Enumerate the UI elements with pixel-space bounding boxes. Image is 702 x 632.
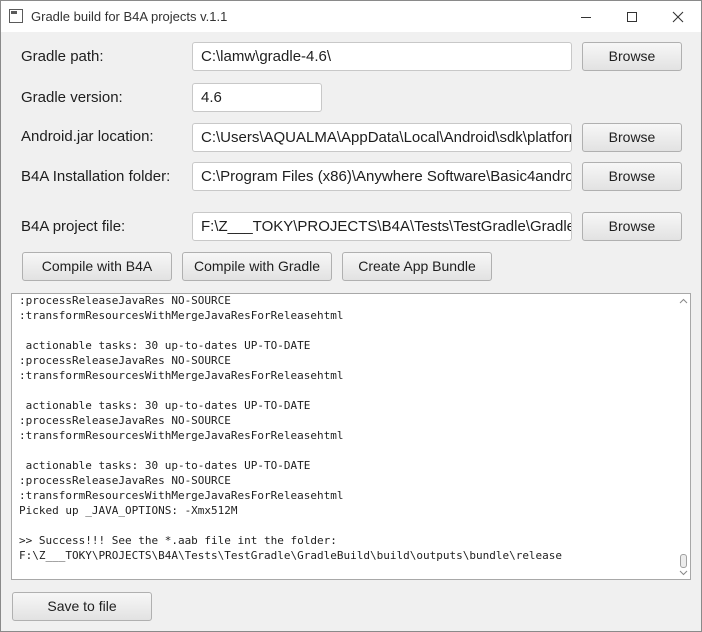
- scroll-down-button[interactable]: [677, 566, 690, 579]
- minimize-button[interactable]: [563, 1, 609, 32]
- save-to-file-button[interactable]: Save to file: [12, 592, 152, 621]
- create-app-bundle-button[interactable]: Create App Bundle: [342, 252, 492, 281]
- log-line: :transformResourcesWithMergeJavaResForRe…: [19, 429, 344, 442]
- log-line: :processReleaseJavaRes NO-SOURCE: [19, 474, 231, 487]
- log-line: :processReleaseJavaRes NO-SOURCE: [19, 294, 231, 307]
- window-title: Gradle build for B4A projects v.1.1: [31, 9, 228, 24]
- maximize-icon: [627, 11, 637, 22]
- app-icon: [9, 9, 23, 23]
- android-jar-input[interactable]: C:\Users\AQUALMA\AppData\Local\Android\s…: [192, 123, 572, 152]
- close-button[interactable]: [655, 1, 701, 32]
- scroll-up-button[interactable]: [677, 294, 690, 307]
- log-output[interactable]: :processReleaseJavaRes NO-SOURCE :transfo…: [11, 293, 691, 580]
- log-line: :transformResourcesWithMergeJavaResForRe…: [19, 309, 344, 322]
- compile-gradle-button[interactable]: Compile with Gradle: [182, 252, 332, 281]
- maximize-button[interactable]: [609, 1, 655, 32]
- b4a-folder-input[interactable]: C:\Program Files (x86)\Anywhere Software…: [192, 162, 572, 191]
- close-icon: [672, 11, 684, 22]
- minimize-icon: [581, 16, 591, 18]
- b4a-project-input[interactable]: F:\Z___TOKY\PROJECTS\B4A\Tests\TestGradl…: [192, 212, 572, 241]
- gradle-version-input[interactable]: 4.6: [192, 83, 322, 112]
- compile-b4a-button[interactable]: Compile with B4A: [22, 252, 172, 281]
- log-line: Picked up _JAVA_OPTIONS: -Xmx512M: [19, 504, 238, 517]
- android-jar-label: Android.jar location:: [21, 128, 154, 145]
- chevron-down-icon: [679, 570, 688, 575]
- gradle-path-input[interactable]: C:\lamw\gradle-4.6\: [192, 42, 572, 71]
- browse-android-jar-button[interactable]: Browse: [582, 123, 682, 152]
- log-line: >> Success!!! See the *.aab file int the…: [19, 534, 337, 547]
- log-line: actionable tasks: 30 up-to-dates UP-TO-D…: [19, 339, 311, 352]
- log-line: actionable tasks: 30 up-to-dates UP-TO-D…: [19, 399, 311, 412]
- log-line: :processReleaseJavaRes NO-SOURCE: [19, 414, 231, 427]
- log-line: :transformResourcesWithMergeJavaResForRe…: [19, 489, 344, 502]
- b4a-project-label: B4A project file:: [21, 218, 126, 235]
- log-line: :processReleaseJavaRes NO-SOURCE: [19, 354, 231, 367]
- log-line: actionable tasks: 30 up-to-dates UP-TO-D…: [19, 459, 311, 472]
- gradle-path-label: Gradle path:: [21, 48, 104, 65]
- log-scrollbar[interactable]: [677, 294, 690, 579]
- browse-b4a-folder-button[interactable]: Browse: [582, 162, 682, 191]
- app-window: Gradle build for B4A projects v.1.1 Grad…: [0, 0, 702, 632]
- browse-b4a-project-button[interactable]: Browse: [582, 212, 682, 241]
- browse-gradle-path-button[interactable]: Browse: [582, 42, 682, 71]
- log-line: :transformResourcesWithMergeJavaResForRe…: [19, 369, 344, 382]
- log-lines: :processReleaseJavaRes NO-SOURCE :transfo…: [19, 294, 674, 563]
- chevron-up-icon: [679, 298, 688, 303]
- log-line: F:\Z___TOKY\PROJECTS\B4A\Tests\TestGradl…: [19, 549, 563, 562]
- gradle-version-label: Gradle version:: [21, 89, 123, 106]
- title-bar: Gradle build for B4A projects v.1.1: [1, 1, 701, 32]
- b4a-folder-label: B4A Installation folder:: [21, 168, 171, 185]
